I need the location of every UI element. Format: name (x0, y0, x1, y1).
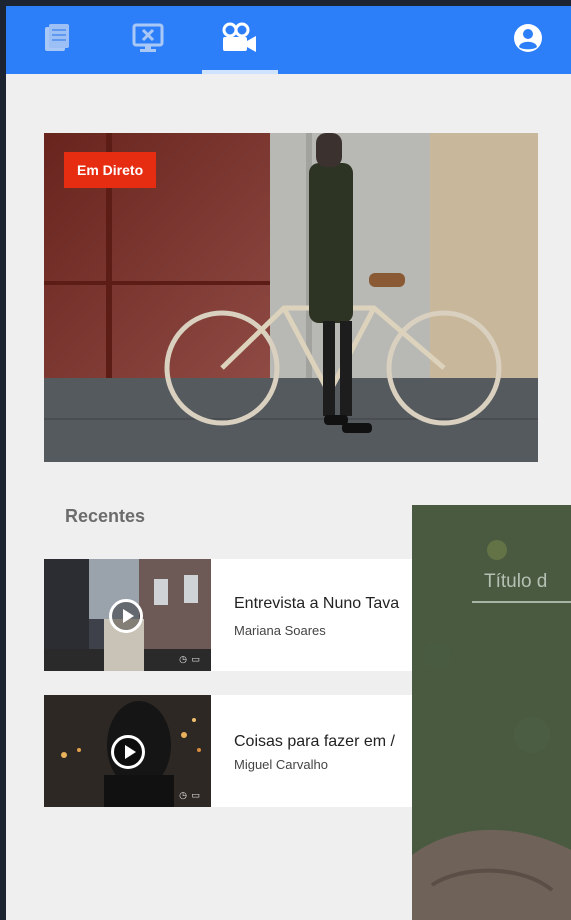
video-camera-icon (220, 22, 260, 59)
title-field-label: Título d (484, 571, 548, 592)
overlay-panel[interactable]: Título d (412, 505, 571, 920)
profile-button[interactable] (503, 6, 553, 74)
top-navigation-bar (6, 6, 571, 74)
video-thumbnail: ◷ ▭ (44, 559, 211, 671)
item-title: Entrevista a Nuno Tava (234, 595, 400, 612)
title-field-underline[interactable] (472, 601, 571, 603)
live-badge: Em Direto (64, 152, 157, 188)
play-icon (109, 599, 143, 633)
item-author: Miguel Carvalho (234, 757, 328, 772)
play-icon (111, 735, 145, 769)
video-thumbnail: ◷ ▭ (44, 695, 211, 807)
document-icon (41, 23, 73, 58)
thumbnail-meta: ◷ ▭ (179, 654, 201, 664)
active-tab-indicator (202, 70, 278, 74)
tab-articles[interactable] (32, 6, 82, 74)
tab-tv[interactable] (122, 6, 174, 74)
screen-icon (131, 22, 165, 59)
overlay-background (412, 505, 571, 920)
app-window: Em Direto Recentes ◷ ▭ Entrevista a Nuno… (6, 6, 571, 920)
live-video-hero[interactable]: Em Direto (44, 133, 538, 462)
thumbnail-meta: ◷ ▭ (179, 790, 201, 800)
item-author: Mariana Soares (234, 623, 326, 638)
recent-section-title: Recentes (65, 506, 146, 526)
user-circle-icon (511, 21, 545, 60)
tab-video[interactable] (214, 6, 266, 74)
item-title: Coisas para fazer em / (234, 733, 395, 750)
